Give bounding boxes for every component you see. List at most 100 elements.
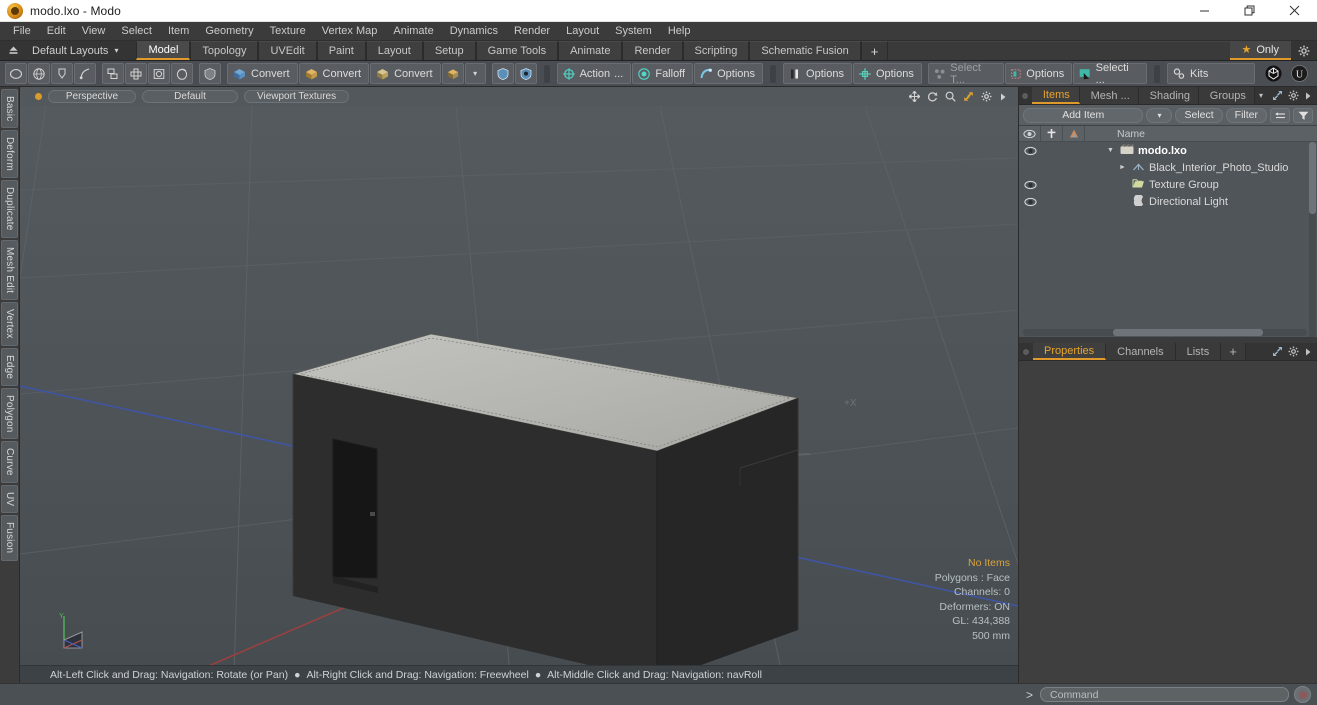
row-name-cell[interactable]: Texture Group: [1085, 178, 1317, 192]
funnel-icon[interactable]: [1293, 107, 1313, 123]
row-eye-icon[interactable]: [1019, 193, 1041, 210]
menu-view[interactable]: View: [74, 22, 114, 41]
pan-icon[interactable]: [909, 91, 920, 102]
add-tab-button[interactable]: +: [860, 41, 889, 60]
row-lock-cell[interactable]: [1041, 142, 1063, 159]
chevron-down-icon[interactable]: ▼: [1107, 147, 1116, 154]
axis-gizmo[interactable]: Y: [56, 610, 90, 653]
items-list-vertical-scrollbar[interactable]: [1309, 142, 1316, 337]
only-button[interactable]: ★ Only: [1229, 41, 1291, 60]
gear-icon[interactable]: [1291, 41, 1317, 60]
tab-layout[interactable]: Layout: [365, 41, 423, 60]
curve-icon[interactable]: [74, 63, 96, 84]
maximize-icon[interactable]: [1227, 0, 1272, 22]
home-up-icon[interactable]: [0, 41, 26, 60]
items-list[interactable]: Name ▼ modo.lxo ► Black_Interior_Photo_S…: [1019, 125, 1317, 337]
menu-item[interactable]: Item: [160, 22, 197, 41]
menu-layout[interactable]: Layout: [558, 22, 607, 41]
chevron-down-icon[interactable]: ▾: [464, 63, 486, 84]
command-input[interactable]: [1040, 687, 1289, 702]
chevron-right-icon[interactable]: [1304, 91, 1312, 101]
expand-icon[interactable]: [1272, 346, 1283, 357]
tab-scripting[interactable]: Scripting: [682, 41, 750, 60]
table-row[interactable]: ► Black_Interior_Photo_Studio: [1019, 159, 1317, 176]
sidebar-item-deform[interactable]: Deform: [1, 130, 18, 179]
falloff-button[interactable]: Falloff: [632, 63, 694, 84]
tab-properties[interactable]: Properties: [1033, 343, 1107, 360]
unreal-icon[interactable]: U: [1287, 63, 1312, 84]
drop-icon[interactable]: [171, 63, 193, 84]
panel-menu-dot-icon[interactable]: [1019, 87, 1032, 104]
add-item-dropdown-icon[interactable]: ▾: [1146, 107, 1173, 123]
row-render-cell[interactable]: [1063, 142, 1085, 159]
options-element-button[interactable]: Options: [1005, 63, 1073, 84]
sidebar-item-basic[interactable]: Basic: [1, 89, 18, 129]
action-center-button[interactable]: Action ...: [556, 63, 632, 84]
chevron-right-icon[interactable]: [1304, 347, 1312, 357]
close-icon[interactable]: [1272, 0, 1317, 22]
mesh-small-icon[interactable]: [441, 63, 464, 84]
selection-set-button[interactable]: Selecti ...: [1073, 62, 1148, 86]
tab-animate[interactable]: Animate: [558, 41, 623, 60]
row-eye-icon[interactable]: [1019, 142, 1041, 159]
viewport-textures-chip[interactable]: Viewport Textures: [244, 90, 350, 103]
tab-items[interactable]: Items: [1031, 87, 1080, 104]
gear-icon[interactable]: [1288, 90, 1299, 101]
filter-button[interactable]: Filter: [1225, 107, 1267, 123]
menu-file[interactable]: File: [5, 22, 39, 41]
row-name-cell[interactable]: ▼ modo.lxo: [1085, 143, 1317, 158]
tab-uvedit[interactable]: UVEdit: [258, 41, 317, 60]
menu-animate[interactable]: Animate: [385, 22, 441, 41]
row-eye-cell[interactable]: [1019, 159, 1041, 176]
pen-icon[interactable]: [51, 63, 73, 84]
sidebar-item-mesh-edit[interactable]: Mesh Edit: [1, 239, 18, 301]
options-snap-button[interactable]: Options: [694, 63, 764, 84]
tab-shading[interactable]: Shading: [1138, 87, 1199, 104]
select-button[interactable]: Select: [1175, 107, 1223, 123]
globe-icon[interactable]: [28, 63, 50, 84]
tab-channels[interactable]: Channels: [1106, 343, 1176, 360]
viewport-shading-chip[interactable]: Default: [142, 90, 238, 103]
row-lock-cell[interactable]: [1041, 193, 1063, 210]
row-name-cell[interactable]: ► Black_Interior_Photo_Studio: [1085, 161, 1317, 175]
square-circle-icon[interactable]: [148, 63, 170, 84]
kits-button[interactable]: Kits: [1167, 63, 1255, 84]
menu-dynamics[interactable]: Dynamics: [442, 22, 506, 41]
row-render-cell[interactable]: [1063, 159, 1085, 176]
add-item-button[interactable]: Add Item: [1023, 107, 1144, 123]
menu-select[interactable]: Select: [113, 22, 160, 41]
viewport-3d[interactable]: +X No Items Polygons : Face Channels: 0 …: [20, 106, 1018, 665]
options-workplane-button[interactable]: Options: [852, 63, 922, 84]
minimize-icon[interactable]: [1182, 0, 1227, 22]
copy-icon[interactable]: [102, 63, 124, 84]
menu-geometry[interactable]: Geometry: [197, 22, 261, 41]
row-render-cell[interactable]: [1063, 176, 1085, 193]
rotate-icon[interactable]: [927, 91, 938, 102]
menu-help[interactable]: Help: [660, 22, 699, 41]
tab-groups[interactable]: Groups: [1198, 87, 1255, 104]
plus-box-icon[interactable]: [125, 63, 147, 84]
menu-edit[interactable]: Edit: [39, 22, 74, 41]
row-lock-cell[interactable]: [1041, 176, 1063, 193]
tab-render[interactable]: Render: [622, 41, 683, 60]
sidebar-item-curve[interactable]: Curve: [1, 441, 18, 484]
fit-icon[interactable]: [963, 91, 974, 102]
sidebar-item-fusion[interactable]: Fusion: [1, 515, 18, 561]
tab-setup[interactable]: Setup: [422, 41, 476, 60]
sidebar-item-duplicate[interactable]: Duplicate: [1, 180, 18, 238]
panel-menu-dot-icon[interactable]: [1019, 343, 1033, 360]
chevron-right-icon[interactable]: ►: [1119, 164, 1128, 171]
tab-paint[interactable]: Paint: [316, 41, 366, 60]
table-row[interactable]: ▼ modo.lxo: [1019, 142, 1317, 159]
viewport-perspective-chip[interactable]: Perspective: [48, 90, 136, 103]
expand-icon[interactable]: [1272, 90, 1283, 101]
items-list-horizontal-scrollbar[interactable]: [1023, 329, 1307, 336]
menu-vertex-map[interactable]: Vertex Map: [314, 22, 386, 41]
options-symmetry-button[interactable]: Options: [783, 63, 852, 84]
shield-dot-icon[interactable]: [514, 63, 537, 84]
sidebar-item-edge[interactable]: Edge: [1, 347, 18, 386]
tab-schematic-fusion[interactable]: Schematic Fusion: [749, 41, 861, 60]
sidebar-item-uv[interactable]: UV: [1, 485, 18, 514]
tab-mesh[interactable]: Mesh ...: [1079, 87, 1139, 104]
convert-button-2[interactable]: Convert: [298, 63, 370, 84]
